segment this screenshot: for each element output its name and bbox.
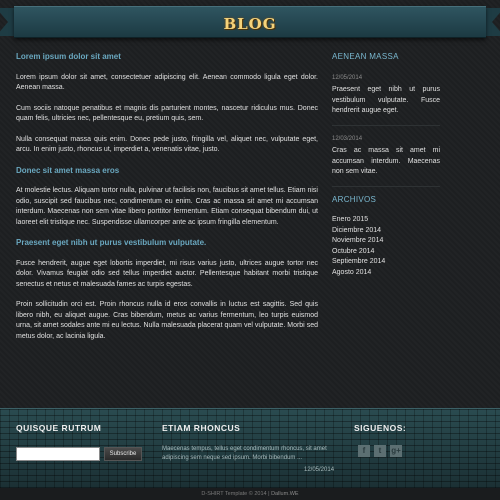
copyright-bar: D-SHIRT Template © 2014 | Dallum.WE — [0, 488, 500, 500]
newsletter-section: QUISQUE RUTRUM Subscribe — [16, 423, 146, 461]
post-title[interactable]: Praesent eget nibh ut purus vestibulum v… — [16, 238, 318, 249]
divider — [332, 185, 440, 187]
footer-news-section: ETIAM RHONCUS Maecenas tempus, tellus eg… — [162, 423, 342, 473]
sidebar: AENEAN MASSA 12/05/2014 Praesent eget ni… — [332, 52, 440, 278]
post-paragraph: At molestie lectus. Aliquam tortor nulla… — [16, 187, 318, 226]
header-banner: BLOG — [0, 0, 500, 44]
site-logo[interactable]: BLOG — [14, 15, 486, 33]
facebook-icon[interactable]: f — [358, 445, 370, 457]
news-date: 12/03/2014 — [332, 135, 363, 142]
news-text[interactable]: Praesent eget nibh ut purus vestibulum v… — [332, 85, 440, 117]
newsletter-title: QUISQUE RUTRUM — [16, 423, 102, 433]
post-paragraph: Lorem ipsum dolor sit amet, consectetuer… — [16, 73, 318, 92]
sidebar-news-item[interactable]: 12/03/2014 Cras ac massa sit amet mi acc… — [332, 134, 440, 178]
social-section: SIGUENOS: f t g+ — [354, 423, 434, 457]
archive-link[interactable]: Septiembre 2014 — [332, 257, 440, 268]
post-title[interactable]: Donec sit amet massa eros — [16, 166, 318, 177]
post-paragraph: Proin sollicitudin orci est. Proin rhonc… — [16, 301, 318, 340]
archive-link[interactable]: Enero 2015 — [332, 215, 440, 226]
news-text[interactable]: Cras ac massa sit amet mi accumsan inter… — [332, 146, 440, 178]
copyright-text: D-SHIRT Template © 2014 | — [201, 491, 272, 497]
post-title[interactable]: Lorem ipsum dolor sit amet — [16, 52, 318, 63]
post-paragraph: Cum sociis natoque penatibus et magnis d… — [16, 104, 318, 123]
ribbon: BLOG — [14, 6, 486, 38]
post-paragraph: Nulla consequat massa quis enim. Donec p… — [16, 135, 318, 154]
archive-list: Enero 2015 Diciembre 2014 Noviembre 2014… — [332, 215, 440, 278]
subscribe-button[interactable]: Subscribe — [104, 447, 142, 461]
sidebar-news-title: AENEAN MASSA — [332, 52, 399, 61]
footer-news-date: 12/05/2014 — [304, 467, 335, 473]
sidebar-news-item[interactable]: 12/05/2014 Praesent eget nibh ut purus v… — [332, 73, 440, 117]
twitter-icon[interactable]: t — [374, 445, 386, 457]
archive-link[interactable]: Diciembre 2014 — [332, 226, 440, 237]
social-title: SIGUENOS: — [354, 423, 407, 433]
footer: QUISQUE RUTRUM Subscribe ETIAM RHONCUS M… — [0, 408, 500, 488]
footer-news-title: ETIAM RHONCUS — [162, 423, 241, 433]
sidebar-archive-title: ARCHIVOS — [332, 194, 377, 204]
archive-link[interactable]: Noviembre 2014 — [332, 236, 440, 247]
archive-link[interactable]: Octubre 2014 — [332, 247, 440, 258]
googleplus-icon[interactable]: g+ — [390, 445, 402, 457]
copyright-link[interactable]: Dallum.WE — [271, 491, 299, 497]
post-paragraph: Fusce hendrerit, augue eget lobortis imp… — [16, 259, 318, 288]
main-content: Lorem ipsum dolor sit amet Lorem ipsum d… — [16, 52, 318, 352]
social-links: f t g+ — [358, 445, 402, 457]
newsletter-email-input[interactable] — [16, 447, 100, 461]
footer-news-text[interactable]: Maecenas tempus, tellus eget condimentum… — [162, 445, 342, 462]
divider — [332, 124, 440, 126]
news-date: 12/05/2014 — [332, 74, 363, 81]
archive-link[interactable]: Agosto 2014 — [332, 268, 440, 279]
